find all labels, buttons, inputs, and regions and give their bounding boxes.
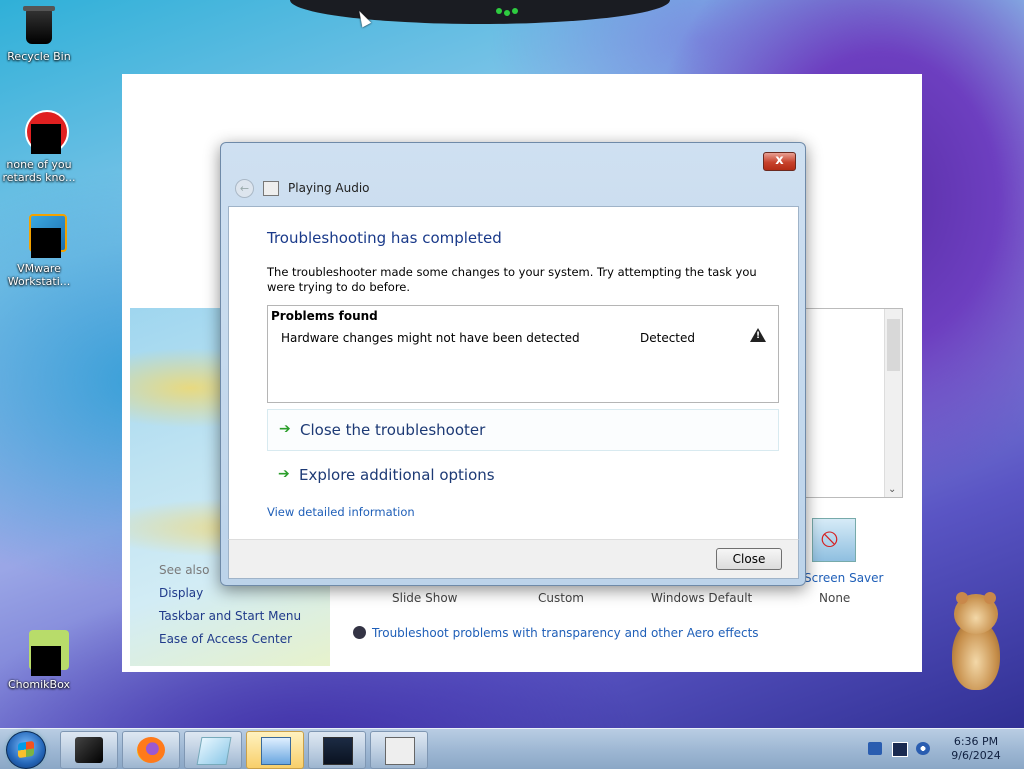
page-heading: Troubleshooting has completed	[267, 229, 502, 247]
problem-description: Hardware changes might not have been det…	[281, 331, 580, 345]
audio-device-icon	[385, 737, 415, 765]
explore-options-option[interactable]: ➔ Explore additional options	[267, 455, 777, 495]
recycle-bin-icon	[19, 6, 59, 46]
link-ease-of-access[interactable]: Ease of Access Center	[159, 632, 292, 646]
desktop-icon-recycle-bin[interactable]: Recycle Bin	[1, 6, 77, 63]
desktop-icon-label: none of you retards kno...	[2, 158, 76, 184]
description-text: The troubleshooter made some changes to …	[267, 265, 757, 294]
desktop-icon-label: Recycle Bin	[7, 50, 71, 63]
link-taskbar-start-menu[interactable]: Taskbar and Start Menu	[159, 609, 301, 623]
clock-time: 6:36 PM	[953, 735, 999, 748]
dialog-content: Troubleshooting has completed The troubl…	[228, 206, 799, 540]
window-close-button[interactable]: x	[763, 152, 796, 171]
start-button[interactable]	[6, 731, 46, 769]
dialog-title: Playing Audio	[288, 181, 370, 195]
dialog-footer: Close	[228, 539, 799, 579]
desktop-icon-label: VMware Workstati...	[7, 262, 71, 288]
chomikbox-icon	[19, 630, 69, 676]
problems-found-heading: Problems found	[271, 309, 378, 323]
glass-panel-icon	[196, 737, 232, 765]
aero-troubleshoot-link[interactable]: Troubleshoot problems with transparency …	[353, 626, 759, 640]
hamster-mascot-image	[944, 590, 1008, 700]
troubleshooter-dialog: x ← Playing Audio Troubleshooting has co…	[220, 142, 806, 586]
theme-list-scrollbar[interactable]: ⌄	[884, 309, 902, 497]
see-also-heading: See also	[159, 563, 210, 577]
top-device-notch	[290, 0, 670, 24]
link-display[interactable]: Display	[159, 586, 203, 600]
green-arrow-icon: ➔	[279, 421, 291, 437]
option-label: Explore additional options	[299, 466, 495, 484]
system-clock[interactable]: 6:36 PM 9/6/2024	[946, 735, 1006, 763]
back-arrow-icon[interactable]: ←	[235, 179, 254, 198]
chevron-down-icon[interactable]: ⌄	[888, 484, 896, 495]
file-icon	[19, 110, 69, 154]
desktop-background-value[interactable]: Slide Show	[392, 591, 457, 605]
taskbar-item-cube-app[interactable]	[60, 731, 118, 769]
indicator-light	[512, 8, 518, 14]
taskbar-item-troubleshooter[interactable]	[370, 731, 428, 769]
problem-status: Detected	[640, 331, 696, 345]
taskbar-item-control-panel[interactable]	[246, 731, 304, 769]
network-icon[interactable]	[868, 742, 882, 755]
desktop-icon-file[interactable]: none of you retards kno...	[1, 110, 77, 184]
screen-saver-icon[interactable]	[812, 518, 856, 562]
firefox-icon	[137, 737, 165, 763]
green-arrow-icon: ➔	[278, 466, 290, 482]
clock-date: 9/6/2024	[951, 749, 1001, 762]
monitor-icon	[323, 737, 353, 765]
taskbar-item-firefox[interactable]	[122, 731, 180, 769]
indicator-light	[496, 8, 502, 14]
aero-link-text: Troubleshoot problems with transparency …	[372, 626, 759, 640]
close-troubleshooter-option[interactable]: ➔ Close the troubleshooter	[267, 409, 779, 451]
desktop-icon-chomikbox[interactable]: ChomikBox	[1, 630, 77, 691]
warning-icon	[750, 328, 766, 342]
taskbar-item-monitor-app[interactable]	[308, 731, 366, 769]
view-detailed-information-link[interactable]: View detailed information	[267, 505, 415, 519]
problems-found-box: Problems found Hardware changes might no…	[267, 305, 779, 403]
taskbar-item-glass-app[interactable]	[184, 731, 242, 769]
audio-device-icon	[263, 181, 279, 196]
desktop-icon-label: ChomikBox	[8, 678, 70, 691]
control-panel-icon	[261, 737, 291, 765]
option-label: Close the troubleshooter	[300, 421, 486, 439]
sounds-value[interactable]: Windows Default	[651, 591, 752, 605]
screen-saver-value[interactable]: None	[819, 591, 850, 605]
vmware-icon	[19, 214, 67, 258]
desktop-icon-vmware[interactable]: VMware Workstati...	[1, 214, 77, 288]
black-cube-icon	[75, 737, 103, 763]
close-button[interactable]: Close	[716, 548, 782, 570]
indicator-light	[504, 10, 510, 16]
display-tray-icon[interactable]	[892, 742, 908, 757]
screen-saver-label[interactable]: Screen Saver	[804, 571, 883, 585]
volume-icon[interactable]	[916, 742, 930, 755]
taskbar: 6:36 PM 9/6/2024	[0, 728, 1024, 769]
scrollbar-thumb[interactable]	[887, 319, 900, 371]
color-value[interactable]: Custom	[538, 591, 584, 605]
troubleshoot-icon	[353, 626, 366, 639]
